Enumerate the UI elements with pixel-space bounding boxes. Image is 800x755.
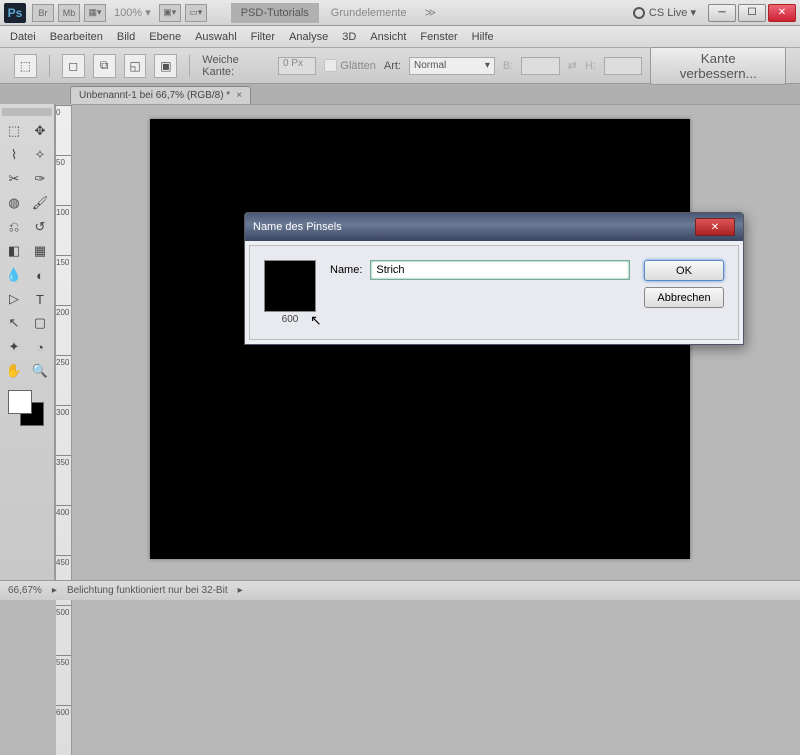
document-tab-label: Unbenannt-1 bei 66,7% (RGB/8) * <box>79 90 230 101</box>
marquee-tool-icon[interactable]: ⬚ <box>14 54 37 78</box>
menubar: Datei Bearbeiten Bild Ebene Auswahl Filt… <box>0 26 800 48</box>
stamp-tool-icon[interactable]: ⎌ <box>2 216 26 238</box>
marquee-tool-icon[interactable]: ⬚ <box>2 120 26 142</box>
height-label: H: <box>585 60 596 72</box>
blur-tool-icon[interactable]: 💧 <box>2 264 26 286</box>
dialog-close-button[interactable]: ✕ <box>695 218 735 236</box>
width-input <box>521 57 559 75</box>
selection-new-icon[interactable]: ◻ <box>62 54 85 78</box>
brush-tool-icon[interactable]: 🖌 <box>28 192 52 214</box>
cs-live-label: CS Live ▾ <box>649 6 696 19</box>
move-tool-icon[interactable]: ✥ <box>28 120 52 142</box>
selection-subtract-icon[interactable]: ◱ <box>124 54 147 78</box>
dodge-tool-icon[interactable]: ◐ <box>28 264 52 286</box>
more-workspaces-icon[interactable]: ≫ <box>425 6 437 19</box>
heal-tool-icon[interactable]: ◍ <box>2 192 26 214</box>
type-tool-icon[interactable]: T <box>28 288 52 310</box>
name-label: Name: <box>330 264 362 276</box>
vertical-ruler[interactable]: 050100150200250300350400450500550600 <box>56 105 72 755</box>
separator <box>49 55 50 77</box>
pen-tool-icon[interactable]: ▷ <box>2 288 26 310</box>
shape-tool-icon[interactable]: ▢ <box>28 312 52 334</box>
brush-name-input[interactable] <box>370 260 630 280</box>
menu-auswahl[interactable]: Auswahl <box>195 31 237 43</box>
selection-add-icon[interactable]: ⧉ <box>93 54 116 78</box>
gradient-tool-icon[interactable]: ▦ <box>28 240 52 262</box>
minimize-button[interactable]: ─ <box>708 4 736 22</box>
wand-tool-icon[interactable]: ✧ <box>28 144 52 166</box>
canvas-surface[interactable] <box>72 105 800 755</box>
minibridge-button[interactable]: Mb <box>58 4 80 22</box>
menu-bearbeiten[interactable]: Bearbeiten <box>50 31 103 43</box>
style-label: Art: <box>384 60 401 72</box>
bridge-button[interactable]: Br <box>32 4 54 22</box>
selection-intersect-icon[interactable]: ▣ <box>154 54 177 78</box>
menu-datei[interactable]: Datei <box>10 31 36 43</box>
cs-live-icon <box>633 7 645 19</box>
document-tab[interactable]: Unbenannt-1 bei 66,7% (RGB/8) * × <box>70 86 251 104</box>
hand-tool-icon[interactable]: ✋ <box>2 360 26 382</box>
width-label: B: <box>503 60 513 72</box>
menu-fenster[interactable]: Fenster <box>420 31 457 43</box>
zoom-tool-icon[interactable]: 🔍 <box>28 360 52 382</box>
style-select[interactable]: Normal▾ <box>409 57 495 75</box>
camera-tool-icon[interactable]: ◔ <box>28 336 52 358</box>
menu-bild[interactable]: Bild <box>117 31 135 43</box>
3d-tool-icon[interactable]: ✦ <box>2 336 26 358</box>
status-chevron-icon[interactable]: ▸ <box>238 585 243 596</box>
menu-ebene[interactable]: Ebene <box>149 31 181 43</box>
history-brush-icon[interactable]: ↺ <box>28 216 52 238</box>
maximize-button[interactable]: ☐ <box>738 4 766 22</box>
height-input <box>604 57 642 75</box>
dialog-titlebar[interactable]: Name des Pinsels ✕ <box>245 213 743 241</box>
close-button[interactable]: ✕ <box>768 4 796 22</box>
menu-hilfe[interactable]: Hilfe <box>472 31 494 43</box>
crop-tool-icon[interactable]: ✂ <box>2 168 26 190</box>
menu-3d[interactable]: 3D <box>342 31 356 43</box>
zoom-status[interactable]: 66,67% <box>8 585 42 596</box>
workspace-tab-grundelemente[interactable]: Grundelemente <box>321 3 417 23</box>
brush-size-label: 600 <box>282 314 299 325</box>
menu-filter[interactable]: Filter <box>251 31 275 43</box>
menu-ansicht[interactable]: Ansicht <box>370 31 406 43</box>
document-tabs: Unbenannt-1 bei 66,7% (RGB/8) * × <box>0 84 800 104</box>
zoom-dropdown[interactable]: 100% ▾ <box>110 4 155 21</box>
brush-name-dialog: Name des Pinsels ✕ 600 Name: OK Abbreche… <box>244 212 744 345</box>
viewmode-button[interactable]: ▣▾ <box>159 4 181 22</box>
status-chevron-icon[interactable]: ▸ <box>52 585 57 596</box>
workspace-tabs: PSD-Tutorials Grundelemente <box>231 3 417 23</box>
antialias-checkbox[interactable]: Glätten <box>324 59 375 72</box>
tools-grip[interactable] <box>2 108 52 116</box>
window-controls: ─ ☐ ✕ <box>708 4 796 22</box>
foreground-swatch[interactable] <box>8 390 32 414</box>
feather-input[interactable]: 0 Px <box>278 57 316 75</box>
feather-label: Weiche Kante: <box>202 54 270 78</box>
app-logo: Ps <box>4 3 26 23</box>
menu-analyse[interactable]: Analyse <box>289 31 328 43</box>
status-info: Belichtung funktioniert nur bei 32-Bit <box>67 585 228 596</box>
color-swatches[interactable] <box>8 390 48 430</box>
dialog-title: Name des Pinsels <box>253 221 342 233</box>
tools-panel: ⬚ ✥ ⌇ ✧ ✂ ✑ ◍ 🖌 ⎌ ↺ ◧ ▦ 💧 ◐ ▷ T ↖ ▢ ✦ ◔ … <box>0 104 55 580</box>
refine-edge-button[interactable]: Kante verbessern... <box>650 47 786 85</box>
eyedropper-tool-icon[interactable]: ✑ <box>28 168 52 190</box>
ok-button[interactable]: OK <box>644 260 724 281</box>
workspace-tab-psd[interactable]: PSD-Tutorials <box>231 3 319 23</box>
swap-icon: ⇄ <box>568 59 577 72</box>
cs-live-button[interactable]: CS Live ▾ <box>625 6 704 19</box>
path-tool-icon[interactable]: ↖ <box>2 312 26 334</box>
separator <box>189 55 190 77</box>
eraser-tool-icon[interactable]: ◧ <box>2 240 26 262</box>
cancel-button[interactable]: Abbrechen <box>644 287 724 308</box>
layout-button[interactable]: ▦▾ <box>84 4 106 22</box>
lasso-tool-icon[interactable]: ⌇ <box>2 144 26 166</box>
screen-button[interactable]: ▭▾ <box>185 4 207 22</box>
statusbar: 66,67% ▸ Belichtung funktioniert nur bei… <box>0 580 800 600</box>
close-tab-icon[interactable]: × <box>236 90 242 101</box>
options-bar: ⬚ ◻ ⧉ ◱ ▣ Weiche Kante: 0 Px Glätten Art… <box>0 48 800 84</box>
brush-preview <box>264 260 316 312</box>
titlebar: Ps Br Mb ▦▾ 100% ▾ ▣▾ ▭▾ PSD-Tutorials G… <box>0 0 800 26</box>
